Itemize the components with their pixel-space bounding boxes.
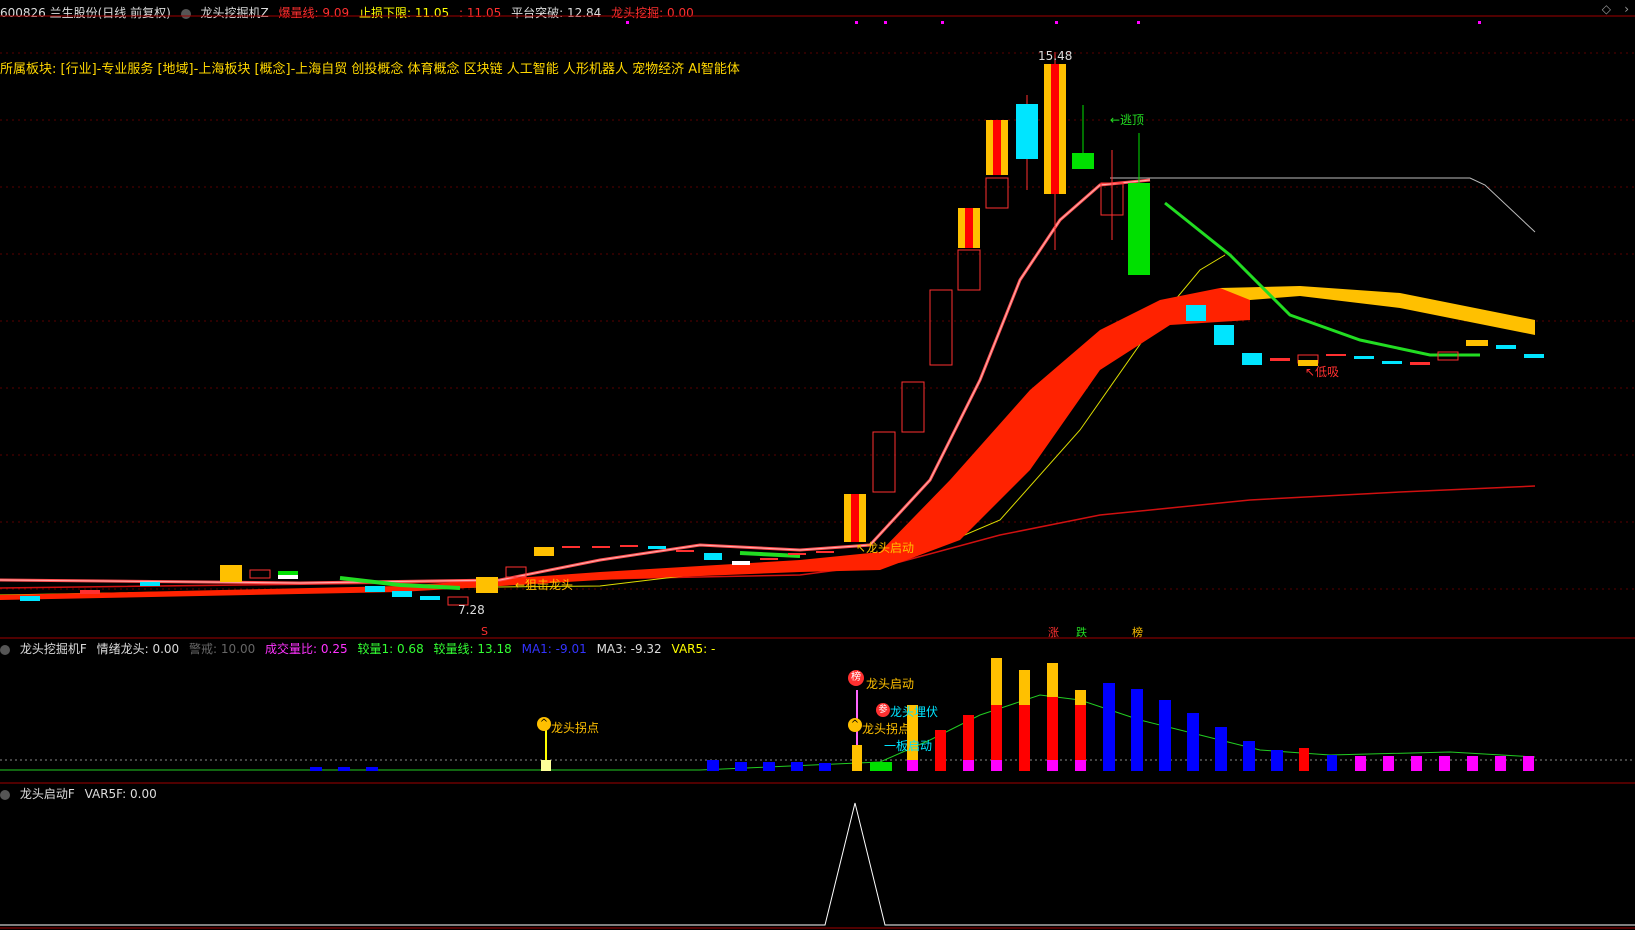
pane2-item-5: MA1: -9.01 [521, 642, 587, 656]
escape-top-label: ←逃顶 [1110, 113, 1145, 127]
pane3-header: 龙头启动F VAR5F: 0.00 [0, 785, 163, 802]
dragon-start-label: ↖龙头启动 [856, 541, 915, 555]
low-buy-label: ↖低吸 [1305, 365, 1340, 379]
turn-point-badge-2: ^ [848, 718, 862, 732]
dragon-hidden-label: 龙头埋伏 [890, 705, 939, 719]
pane3-name[interactable]: 龙头启动F [20, 787, 75, 801]
dragon-start-label-2: 龙头启动 [866, 677, 915, 691]
list-tag: 榜 [1132, 626, 1143, 639]
low-label: 7.28 [458, 603, 485, 617]
turn-point-badge-1: ^ [537, 717, 551, 731]
join-badge: 参 [876, 703, 890, 717]
pane3-item-0: VAR5F: 0.00 [84, 787, 157, 801]
chart-canvas[interactable] [0, 0, 1635, 930]
pane3-settings-icon[interactable] [0, 789, 10, 800]
one-board-label: 一板启动 [884, 739, 933, 753]
pane2-name[interactable]: 龙头挖掘机F [20, 642, 87, 656]
snipe-label: ←狙击龙头 [515, 578, 574, 592]
pane2-item-6: MA3: -9.32 [596, 642, 662, 656]
pane2-item-3: 较量1: 0.68 [357, 642, 424, 656]
turn-point-label-1: 龙头拐点 [551, 721, 600, 735]
up-tag: 涨 [1048, 626, 1059, 639]
pane2-item-1: 警戒: 10.00 [188, 642, 256, 656]
pane2-settings-icon[interactable] [0, 644, 10, 655]
high-label: 15.48 [1038, 49, 1073, 63]
pane2-item-7: VAR5: - [671, 642, 716, 656]
down-tag: 跌 [1076, 626, 1087, 639]
sell-marker: S [481, 625, 488, 638]
pane2-header: 龙头挖掘机F 情绪龙头: 0.00 警戒: 10.00 成交量比: 0.25 较… [0, 640, 721, 657]
turn-point-label-2: 龙头拐点 [862, 722, 911, 736]
pane2-item-0: 情绪龙头: 0.00 [96, 642, 180, 656]
pane2-item-4: 较量线: 13.18 [433, 642, 512, 656]
pane2-item-2: 成交量比: 0.25 [265, 642, 348, 656]
list-badge: 榜 [848, 670, 864, 686]
